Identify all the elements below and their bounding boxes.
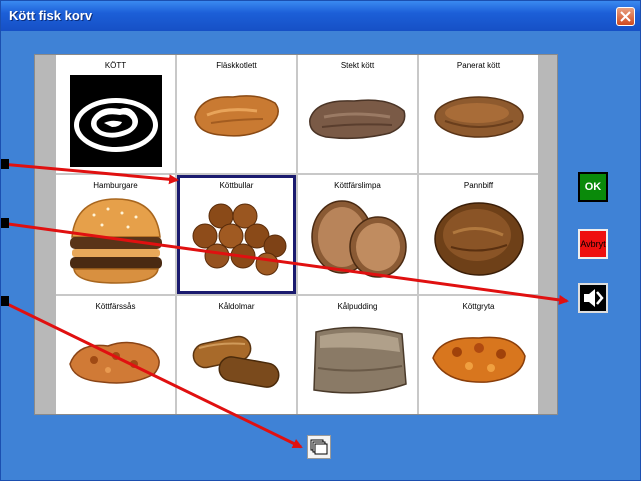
grid-item-flaskkotlett[interactable]: Fläskkotlett <box>177 55 296 174</box>
grid-item-label: Köttfärssås <box>95 301 136 311</box>
grid-item-label: Köttfärslimpa <box>334 181 381 191</box>
meat-stew-image-icon <box>431 336 526 383</box>
window-title: Kött fisk korv <box>9 8 93 23</box>
grid-item-label: Pannbiff <box>463 181 494 191</box>
grid-item-kott[interactable]: KÖTT <box>56 55 175 174</box>
speaker-icon <box>584 289 604 307</box>
pages-icon <box>310 439 328 455</box>
pork-chop-image-icon <box>193 95 279 137</box>
meatloaf-image-icon <box>310 200 407 279</box>
grid-item-label: Köttgryta <box>462 301 495 311</box>
grid-item-label: Kåldolmar <box>218 301 255 311</box>
pages-button[interactable] <box>307 435 331 459</box>
fried-meat-image-icon <box>308 99 405 140</box>
cancel-button[interactable]: Avbryt <box>578 229 608 259</box>
grid-item-panerat-kott[interactable]: Panerat kött <box>419 55 538 174</box>
picture-grid: KÖTT Fläskkotlett Stekt kött Panerat köt… <box>56 55 538 414</box>
hamburger-image-icon <box>69 198 162 285</box>
title-bar[interactable]: Kött fisk korv <box>1 1 640 31</box>
grid-item-label: KÖTT <box>104 61 127 70</box>
close-icon <box>620 11 631 22</box>
grid-item-kottfarslimpa[interactable]: Köttfärslimpa <box>298 175 417 294</box>
grid-item-stekt-kott[interactable]: Stekt kött <box>298 55 417 174</box>
grid-item-kottfarssas[interactable]: Köttfärssås <box>56 295 175 414</box>
speaker-button[interactable] <box>578 283 608 313</box>
grid-item-label: Köttbullar <box>219 181 254 191</box>
grid-item-kalpudding[interactable]: Kålpudding <box>298 295 417 414</box>
dialog-window: Kött fisk korv KÖTT Fläskkotlett Stekt k… <box>0 0 641 481</box>
meat-sauce-image-icon <box>68 341 160 384</box>
grid-item-kaldolmar[interactable]: Kåldolmar <box>177 295 296 414</box>
grid-item-label: Kålpudding <box>337 301 378 311</box>
meat-category-symbol-icon <box>69 75 162 167</box>
grid-item-hamburgare[interactable]: Hamburgare <box>56 175 175 294</box>
meatballs-image-icon <box>192 203 286 276</box>
ok-button[interactable]: OK <box>578 172 608 202</box>
picture-grid-frame: KÖTT Fläskkotlett Stekt kött Panerat köt… <box>34 54 558 415</box>
cabbage-rolls-image-icon <box>192 335 279 388</box>
grid-item-kottbullar[interactable]: Köttbullar <box>177 175 296 294</box>
breaded-meat-image-icon <box>433 96 524 138</box>
grid-item-label: Hamburgare <box>93 181 138 191</box>
grid-item-label: Panerat kött <box>456 61 501 70</box>
grid-item-label: Fläskkotlett <box>216 61 257 70</box>
grid-item-label: Stekt kött <box>340 61 375 70</box>
pan-steak-image-icon <box>433 202 524 277</box>
close-button[interactable] <box>616 7 635 26</box>
grid-item-kottgryta[interactable]: Köttgryta <box>419 295 538 414</box>
grid-item-pannbiff[interactable]: Pannbiff <box>419 175 538 294</box>
cabbage-pudding-image-icon <box>312 326 407 394</box>
